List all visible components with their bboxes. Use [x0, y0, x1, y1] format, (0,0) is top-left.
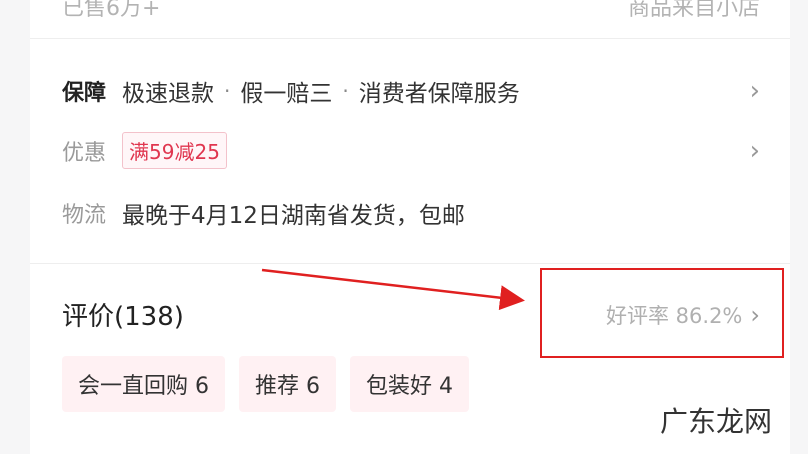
highlight-box [540, 268, 784, 358]
annotation-arrow [261, 268, 525, 311]
watermark: 广东龙网 [659, 405, 772, 438]
